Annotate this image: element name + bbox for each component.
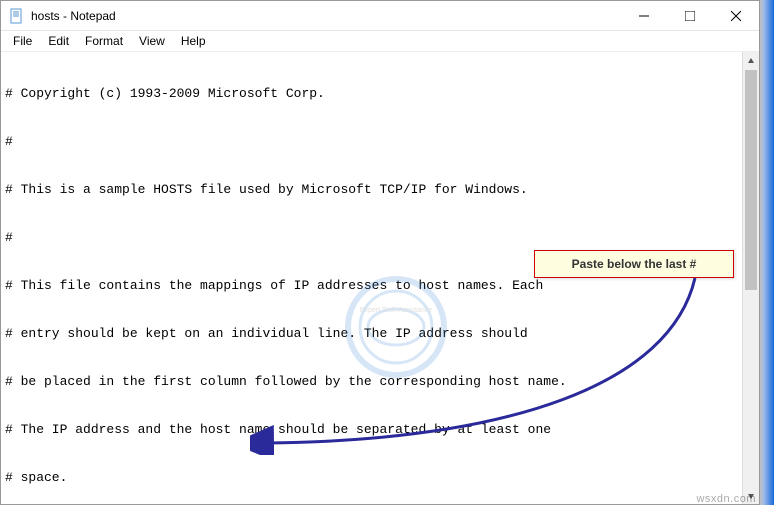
scroll-thumb[interactable] [745, 70, 757, 290]
text-editor[interactable]: # Copyright (c) 1993-2009 Microsoft Corp… [1, 52, 759, 504]
app-icon [9, 8, 25, 24]
text-line: # entry should be kept on an individual … [5, 326, 755, 342]
site-watermark: wsxdn.com [696, 493, 756, 505]
annotation-callout: Paste below the last # [534, 250, 734, 278]
text-line: # This file contains the mappings of IP … [5, 278, 755, 294]
text-line: # be placed in the first column followed… [5, 374, 755, 390]
callout-text: Paste below the last # [572, 257, 697, 271]
menu-help[interactable]: Help [173, 32, 214, 50]
maximize-button[interactable] [667, 1, 713, 30]
menubar: File Edit Format View Help [1, 31, 759, 52]
menu-format[interactable]: Format [77, 32, 131, 50]
window-controls [621, 1, 759, 30]
text-line: # This is a sample HOSTS file used by Mi… [5, 182, 755, 198]
vertical-scrollbar[interactable] [742, 52, 759, 504]
text-line: # The IP address and the host name shoul… [5, 422, 755, 438]
text-line: # [5, 230, 755, 246]
titlebar: hosts - Notepad [1, 1, 759, 31]
scroll-up-icon[interactable] [743, 52, 759, 69]
menu-view[interactable]: View [131, 32, 173, 50]
minimize-button[interactable] [621, 1, 667, 30]
menu-edit[interactable]: Edit [40, 32, 77, 50]
text-line: # [5, 134, 755, 150]
menu-file[interactable]: File [5, 32, 40, 50]
text-line: # space. [5, 470, 755, 486]
editor-area: # Copyright (c) 1993-2009 Microsoft Corp… [1, 52, 759, 504]
text-line: # Copyright (c) 1993-2009 Microsoft Corp… [5, 86, 755, 102]
window-title: hosts - Notepad [31, 9, 621, 23]
close-button[interactable] [713, 1, 759, 30]
desktop-background-strip [760, 0, 774, 505]
